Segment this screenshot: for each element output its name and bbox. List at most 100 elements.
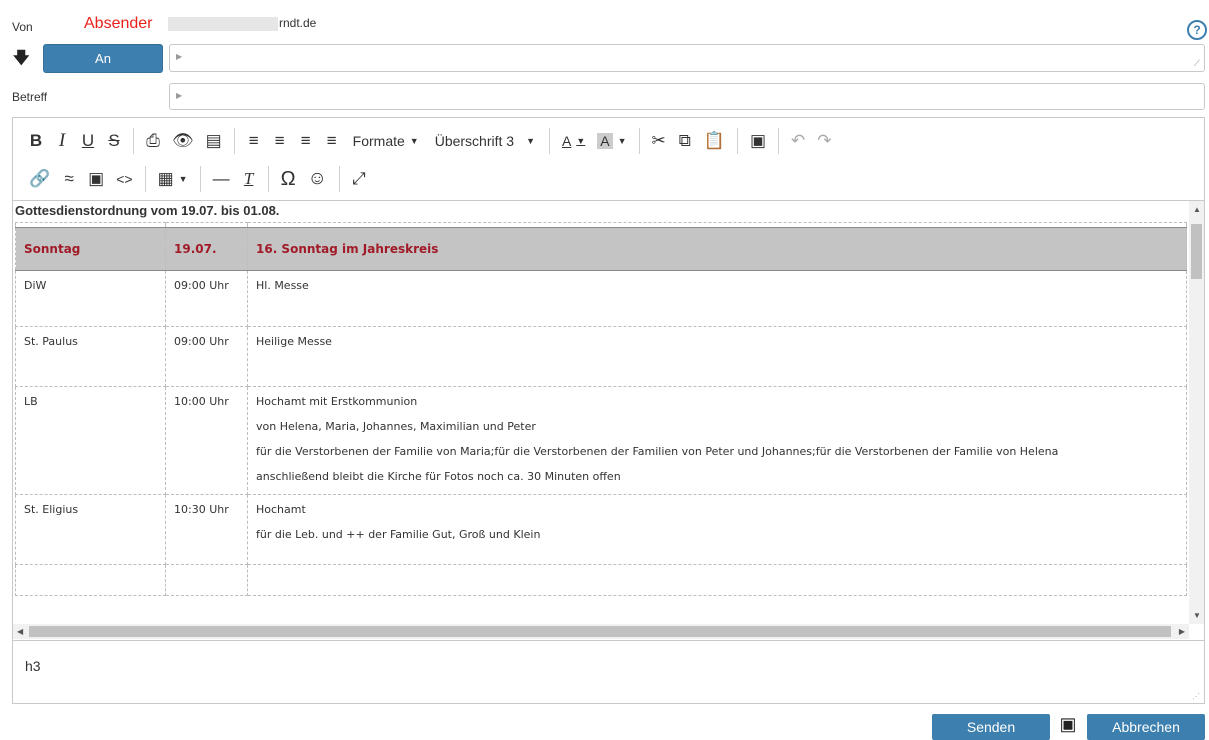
underline-button[interactable]: U	[75, 127, 101, 155]
toolbar-separator	[736, 128, 738, 154]
image-icon[interactable]: ▣	[82, 165, 110, 193]
place-cell: LB	[15, 386, 166, 495]
description-cell: Heilige Messe	[247, 326, 1187, 387]
formats-label: Formate	[352, 133, 405, 149]
chevron-down-icon: ▼	[526, 136, 535, 146]
link-icon[interactable]: 🔗	[23, 165, 56, 193]
sender-label: Absender	[84, 15, 153, 32]
to-field[interactable]: ▶ ⟋	[169, 44, 1205, 72]
text-line: für die Verstorbenen der Familie von Mar…	[256, 445, 1059, 458]
italic-button[interactable]: I	[49, 127, 75, 155]
toolbar-separator	[233, 128, 235, 154]
bold-button[interactable]: B	[23, 127, 49, 155]
strikethrough-button[interactable]: S	[101, 127, 127, 155]
special-character-icon[interactable]: Ω	[275, 165, 302, 193]
toolbar-separator	[638, 128, 640, 154]
caret-right-icon: ▶	[176, 91, 183, 100]
text-line: Hochamt mit Erstkommunion	[256, 395, 418, 408]
time-cell: 09:00 Uhr	[165, 326, 248, 387]
chevron-down-icon: ▼	[178, 174, 188, 184]
toolbar-separator	[338, 166, 340, 192]
cancel-button[interactable]: Abbrechen	[1087, 714, 1205, 740]
resize-grip-icon[interactable]: ⟋	[1194, 58, 1200, 69]
horizontal-scrollbar[interactable]: ◀ ▶	[13, 624, 1189, 639]
arrow-down-icon[interactable]: 🡇	[13, 47, 29, 74]
description-cell: Hl. Messe	[247, 270, 1187, 327]
rich-text-editor: B I U S ⎙ 👁 ▤ ≡ ≡ ≡ ≡ Formate ▼ Überschri…	[12, 117, 1205, 704]
toolbar-separator	[548, 128, 550, 154]
redo-icon[interactable]: ↷	[811, 127, 837, 155]
align-justify-icon[interactable]: ≡	[319, 127, 345, 155]
undo-icon[interactable]: ↶	[785, 127, 811, 155]
send-button[interactable]: Senden	[932, 714, 1050, 740]
text-line: Heilige Messe	[256, 335, 332, 348]
feast-cell: 16. Sonntag im Jahreskreis	[247, 227, 1187, 271]
help-icon[interactable]: ?	[1187, 20, 1207, 40]
align-right-icon[interactable]: ≡	[293, 127, 319, 155]
description-cell: Hochamt für die Leb. und ++ der Familie …	[247, 494, 1187, 565]
table-row: DiW 09:00 Uhr Hl. Messe	[15, 270, 1187, 327]
chevron-down-icon: ▼	[576, 136, 586, 146]
description-cell: Hochamt mit Erstkommunion von Helena, Ma…	[247, 386, 1187, 495]
formats-dropdown[interactable]: Formate ▼	[345, 127, 427, 155]
table-row	[15, 564, 1187, 596]
save-icon[interactable]: ▣	[1058, 714, 1078, 734]
find-binoculars-icon[interactable]: ▣	[744, 127, 772, 155]
text-line: Hl. Messe	[256, 279, 309, 292]
text-line: für die Leb. und ++ der Familie Gut, Gro…	[256, 528, 541, 541]
toolbar-separator	[199, 166, 201, 192]
text-color-button[interactable]: A ▼	[556, 127, 591, 155]
scroll-up-icon[interactable]: ▲	[1193, 205, 1201, 214]
sender-email: rndt.de	[279, 16, 317, 30]
background-color-button[interactable]: A ▼	[591, 127, 632, 155]
unlink-icon[interactable]: ≈	[56, 165, 82, 193]
to-button[interactable]: An	[43, 44, 163, 73]
page-break-icon[interactable]: ▤	[200, 127, 228, 155]
scroll-thumb[interactable]	[1191, 224, 1202, 279]
subject-field[interactable]: ▶	[169, 83, 1205, 110]
table-row: St. Eligius 10:30 Uhr Hochamt für die Le…	[15, 494, 1187, 565]
cut-icon[interactable]: ✂	[646, 127, 672, 155]
place-cell: DiW	[15, 270, 166, 327]
from-label: Von	[12, 20, 33, 34]
chevron-down-icon: ▼	[409, 136, 419, 146]
scroll-right-icon[interactable]: ▶	[1179, 627, 1185, 636]
element-path[interactable]: h3	[25, 658, 41, 674]
scroll-thumb[interactable]	[29, 626, 1171, 637]
place-cell: St. Paulus	[15, 326, 166, 387]
editor-content[interactable]: Gottesdienstordnung vom 19.07. bis 01.08…	[13, 201, 1189, 624]
caret-right-icon: ▶	[176, 52, 183, 61]
time-cell: 09:00 Uhr	[165, 270, 248, 327]
emoticon-icon[interactable]: ☺	[302, 165, 333, 193]
table-row: LB 10:00 Uhr Hochamt mit Erstkommunion v…	[15, 386, 1187, 495]
schedule-table: Sonntag 19.07. 16. Sonntag im Jahreskrei…	[15, 222, 1187, 596]
copy-icon[interactable]: ⧉	[672, 127, 698, 155]
print-icon[interactable]: ⎙	[140, 127, 166, 155]
fullscreen-icon[interactable]: ⤢	[346, 165, 372, 193]
align-left-icon[interactable]: ≡	[241, 127, 267, 155]
editor-toolbar: B I U S ⎙ 👁 ▤ ≡ ≡ ≡ ≡ Formate ▼ Überschri…	[13, 118, 1204, 201]
text-line: von Helena, Maria, Johannes, Maximilian …	[256, 420, 536, 433]
heading-dropdown[interactable]: Überschrift 3 ▼	[427, 127, 543, 155]
toolbar-separator	[144, 166, 146, 192]
clear-formatting-icon[interactable]: T	[236, 165, 262, 193]
table-row: St. Paulus 09:00 Uhr Heilige Messe	[15, 326, 1187, 387]
scroll-left-icon[interactable]: ◀	[17, 627, 23, 636]
vertical-scrollbar[interactable]: ▲ ▼	[1189, 201, 1204, 624]
chevron-down-icon: ▼	[617, 136, 627, 146]
time-cell: 10:00 Uhr	[165, 386, 248, 495]
source-code-icon[interactable]: <>	[110, 165, 138, 193]
document-heading: Gottesdienstordnung vom 19.07. bis 01.08…	[15, 203, 280, 218]
table-button[interactable]: ▦ ▼	[152, 165, 194, 193]
day-cell: Sonntag	[15, 227, 166, 271]
resize-grip-icon[interactable]: ⋰	[1192, 692, 1200, 701]
place-cell: St. Eligius	[15, 494, 166, 565]
preview-eye-icon[interactable]: 👁	[166, 127, 200, 155]
text-line: anschließend bleibt die Kirche für Fotos…	[256, 470, 621, 483]
highlight-icon: A	[597, 133, 613, 149]
scroll-down-icon[interactable]: ▼	[1193, 611, 1201, 620]
text-line: Hochamt	[256, 503, 306, 516]
paste-icon[interactable]: 📋	[698, 127, 731, 155]
align-center-icon[interactable]: ≡	[267, 127, 293, 155]
horizontal-rule-icon[interactable]: —	[207, 165, 236, 193]
